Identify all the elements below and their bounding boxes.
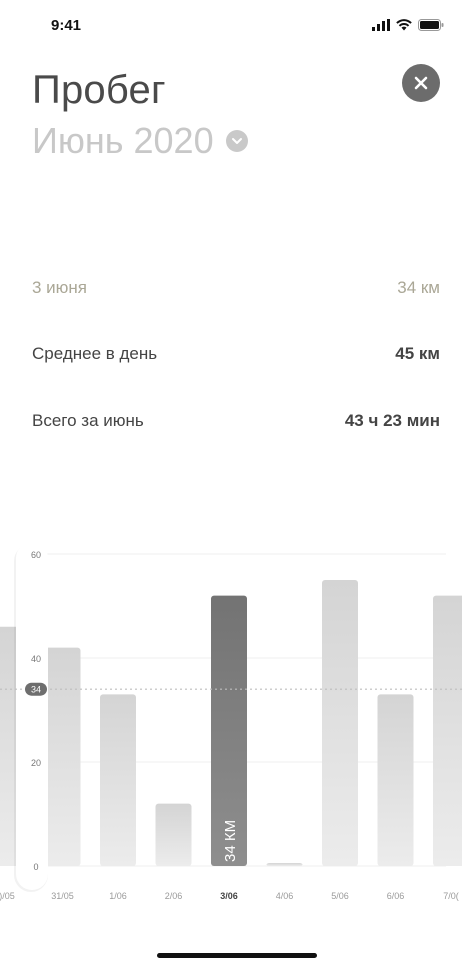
bar[interactable] — [377, 694, 414, 866]
x-tick-label: 2/06 — [165, 891, 183, 901]
average-value: 45 км — [395, 344, 440, 363]
close-button[interactable] — [402, 64, 440, 102]
y-axis-panel — [16, 542, 48, 890]
page-title: Пробег — [32, 68, 166, 112]
x-tick-label: 6/06 — [387, 891, 405, 901]
x-tick-label: )/05 — [0, 891, 15, 901]
chevron-down-icon — [225, 130, 248, 152]
bar[interactable] — [322, 580, 358, 866]
selected-day-value: 34 км — [397, 278, 440, 297]
period-label: Июнь 2020 — [32, 120, 214, 161]
selected-bar-label: 34 КМ — [222, 820, 239, 862]
y-tick-label: 60 — [31, 550, 41, 560]
x-tick-label: 1/06 — [109, 891, 127, 901]
x-tick-label: 5/06 — [331, 891, 349, 901]
total-row: Всего за июнь 43 ч 23 мин — [32, 411, 440, 431]
x-axis-labels: )/05 31/05 1/06 2/06 3/06 4/06 5/06 6/06 7/0( — [0, 891, 459, 901]
bar[interactable] — [155, 803, 192, 866]
y-tick-label: 20 — [31, 758, 41, 768]
period-selector[interactable]: Июнь 2020 — [32, 120, 248, 162]
x-tick-label: 31/05 — [51, 891, 74, 901]
bar[interactable] — [266, 863, 303, 866]
wifi-icon — [396, 19, 412, 31]
bar[interactable] — [44, 647, 81, 866]
selected-day-row: 3 июня 34 км — [32, 278, 440, 298]
x-tick-label: 7/0( — [443, 891, 459, 901]
status-time: 9:41 — [51, 17, 82, 34]
bar[interactable] — [433, 595, 462, 866]
x-tick-label: 4/06 — [276, 891, 294, 901]
y-tick-label: 0 — [33, 862, 38, 872]
bar[interactable] — [100, 694, 136, 866]
close-icon — [414, 76, 428, 90]
reference-label: 34 — [31, 685, 41, 695]
total-label: Всего за июнь — [32, 411, 144, 430]
cellular-signal-icon — [372, 19, 390, 31]
x-tick-label: 3/06 — [220, 891, 238, 901]
mileage-chart[interactable]: 34 КМ 0 20 40 60 34 — [0, 530, 462, 910]
total-value: 43 ч 23 мин — [344, 411, 440, 430]
y-tick-label: 40 — [31, 654, 41, 664]
status-icons — [372, 19, 444, 31]
battery-icon — [418, 19, 444, 31]
average-row: Среднее в день 45 км — [32, 344, 440, 364]
selected-day-label: 3 июня — [32, 278, 88, 297]
average-label: Среднее в день — [32, 344, 158, 363]
